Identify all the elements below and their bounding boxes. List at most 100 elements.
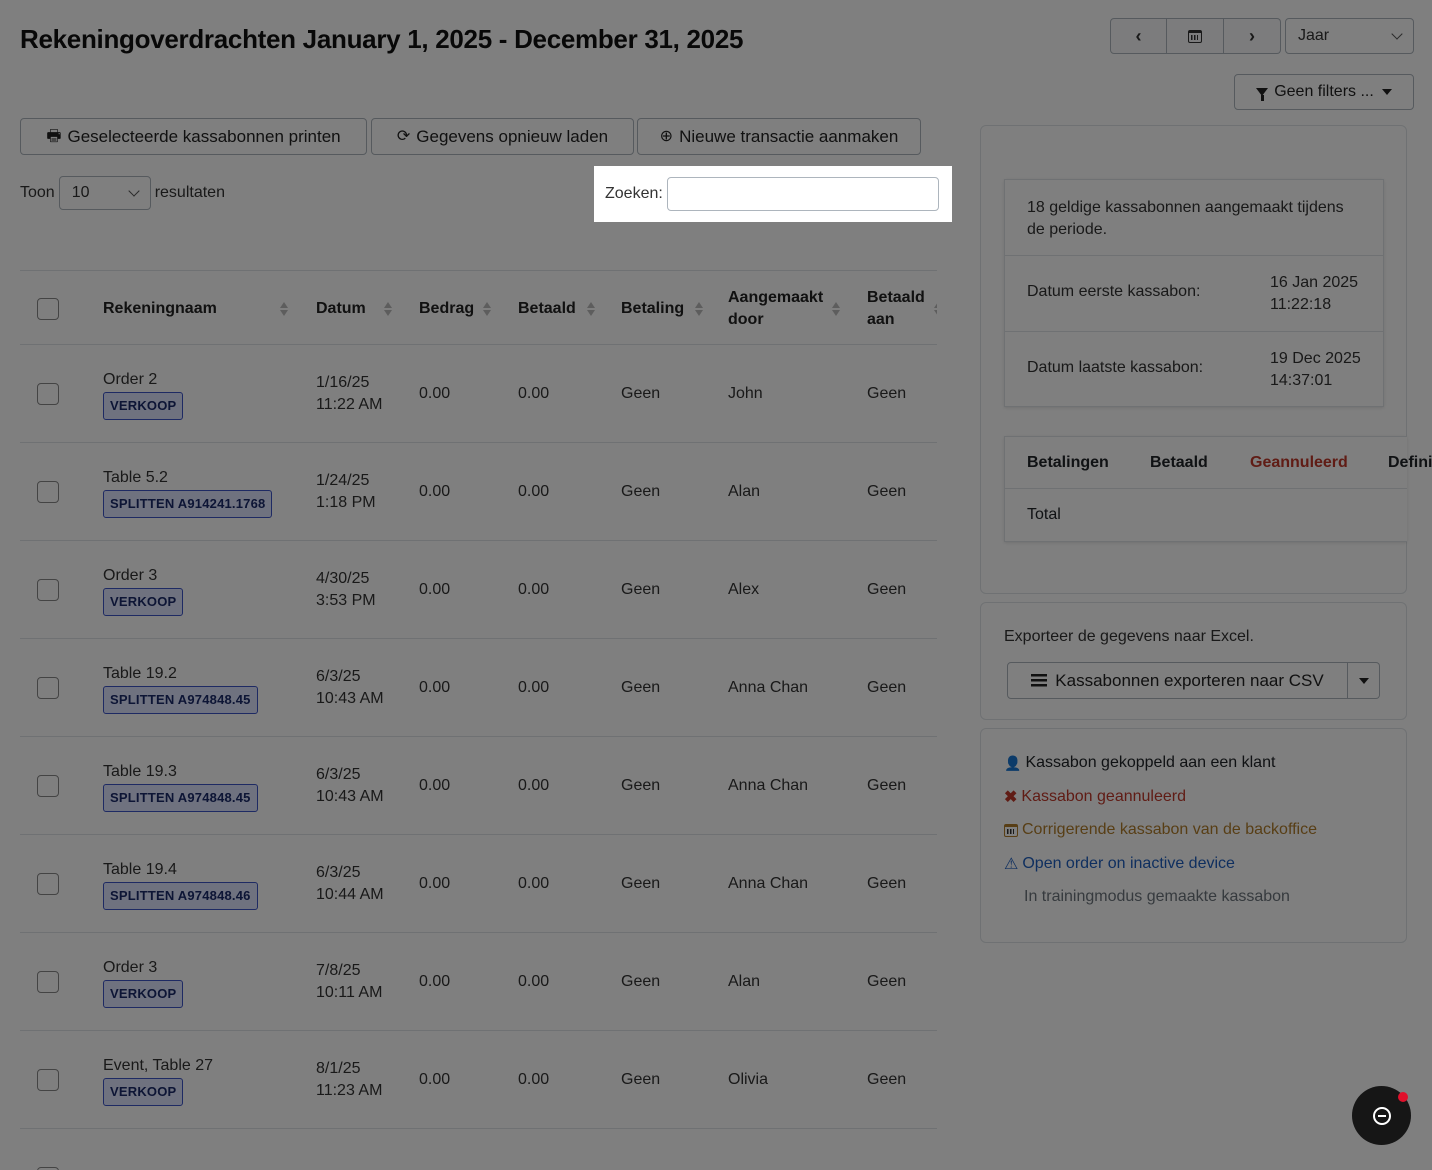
cell-payment: Geen [621, 737, 660, 835]
row-checkbox[interactable] [37, 481, 59, 503]
account-name: Order 2 [103, 370, 158, 388]
legend-label: In trainingmodus gemaakte kassabon [1024, 888, 1290, 905]
account-name: Order 3 [103, 566, 158, 584]
cell-text: Geen [621, 777, 661, 794]
legend-item-customer: 👤 Kassabon gekoppeld aan een klant [1004, 754, 1275, 772]
export-card: Exporteer de gegevens naar Excel. Kassab… [980, 602, 1407, 720]
export-csv-group: Kassabonnen exporteren naar CSV [1007, 662, 1380, 699]
row-checkbox[interactable] [37, 775, 59, 797]
cell-date: 4/30/25 3:53 PM [316, 541, 396, 639]
payments-column-definitive: Defini [1388, 454, 1432, 471]
new-transaction-label: Nieuwe transactie aanmaken [679, 126, 899, 146]
column-header-label: Datum [316, 299, 366, 317]
cell-text: 0.00 [518, 483, 550, 500]
payments-column-cancelled: Geannuleerd [1250, 454, 1348, 471]
cell-amount: 0.00 [419, 737, 450, 835]
row-select-cell [37, 1129, 59, 1170]
cell-payment: Geen [621, 835, 660, 933]
select-all-cell [37, 271, 59, 346]
cell-amount: 0.00 [419, 639, 450, 737]
cell-paid-to: Geen [867, 1031, 906, 1129]
next-period-button[interactable]: › [1224, 18, 1281, 54]
prev-period-button[interactable]: ‹ [1110, 18, 1167, 54]
cell-text: 6/3/25 10:43 AM [316, 766, 384, 805]
caret-down-icon [1358, 677, 1369, 684]
chevron-left-icon: ‹ [1135, 25, 1142, 46]
select-all-checkbox[interactable] [37, 297, 59, 320]
column-header-label: Bedrag [419, 299, 475, 317]
summary-card: 18 geldige kassabonnen aangemaakt tijden… [980, 125, 1432, 594]
chat-icon [1372, 1106, 1391, 1125]
cell-text: Anna Chan [728, 875, 809, 892]
row-checkbox[interactable] [37, 579, 59, 601]
account-name-cell: Table 28.4 [103, 1129, 177, 1170]
row-checkbox[interactable] [37, 971, 59, 993]
calendar-button[interactable] [1167, 18, 1224, 54]
column-header-paid-to[interactable]: Betaald aan [867, 271, 937, 346]
print-icon: 🖶 [46, 127, 62, 145]
table-row[interactable]: Order 3 VERKOOP 4/30/25 3:53 PM 0.00 0.00 Gee… [20, 541, 937, 639]
column-header-paid[interactable]: Betaald [518, 271, 595, 346]
cell-text: 0.00 [518, 385, 550, 402]
cell-text: Geen [621, 385, 661, 402]
valid-receipts-row: 18 geldige kassabonnen aangemaakt tijden… [1005, 180, 1383, 256]
page-title: Rekeningoverdrachten January 1, 2025 - D… [20, 24, 744, 54]
table-row[interactable]: Order 2 VERKOOP 1/16/25 11:22 AM 0.00 0.00 Ge… [20, 345, 937, 443]
table-row[interactable]: Table 19.4 SPLITTEN A974848.46 6/3/25 10:4… [20, 835, 937, 933]
cell-created-by: Olivia [728, 1031, 768, 1129]
period-select-value: Jaar [1298, 27, 1330, 44]
cell-text: 0.00 [419, 581, 451, 598]
column-header-amount[interactable]: Bedrag [419, 271, 491, 346]
chat-button[interactable] [1352, 1086, 1411, 1145]
legend-card: 👤 Kassabon gekoppeld aan een klant ✖ Kas… [980, 728, 1407, 943]
filters-button[interactable]: Geen filters ... [1234, 74, 1414, 110]
cell-text: Alan [728, 483, 761, 500]
cell-amount: 0.00 [419, 835, 450, 933]
calendar-icon [1188, 29, 1202, 43]
column-header-created-by[interactable]: Aangemaakt door [728, 271, 840, 346]
period-select[interactable]: Jaar [1285, 18, 1414, 54]
search-box: Zoeken: [594, 166, 952, 222]
row-checkbox[interactable] [37, 873, 59, 895]
table-row[interactable]: Table 28.4 8/1/25 [20, 1129, 937, 1170]
column-header-date[interactable]: Datum [316, 271, 392, 346]
page-length-select[interactable]: 10 [58, 176, 151, 210]
table-row[interactable]: Table 19.3 SPLITTEN A974848.45 6/3/25 10:4… [20, 737, 937, 835]
search-label: Zoeken: [605, 185, 663, 202]
legend-item-open-order: ⚠ Open order on inactive device [1004, 854, 1235, 874]
cell-date: 6/3/25 10:43 AM [316, 737, 396, 835]
cell-date: 1/16/25 11:22 AM [316, 345, 396, 443]
search-input[interactable] [666, 177, 939, 211]
row-checkbox[interactable] [37, 383, 59, 405]
cell-amount: 0.00 [419, 1031, 450, 1129]
type-badge: SPLITTEN A974848.45 [103, 783, 258, 812]
cell-amount: 0.00 [419, 541, 450, 639]
account-name-cell: Order 3 VERKOOP [103, 541, 184, 639]
table-row[interactable]: Order 3 VERKOOP 7/8/25 10:11 AM 0.00 0.00 Gee… [20, 933, 937, 1031]
print-selected-button[interactable]: 🖶 Geselecteerde kassabonnen printen [20, 118, 367, 155]
reload-data-button[interactable]: ⟳ Gegevens opnieuw laden [371, 118, 634, 155]
cell-date: 1/24/25 1:18 PM [316, 443, 396, 541]
export-options-toggle[interactable] [1348, 662, 1380, 699]
account-name: Table 19.2 [103, 664, 177, 682]
cell-payment: Geen [621, 345, 660, 443]
type-badge: SPLITTEN A974848.46 [103, 881, 258, 910]
account-name: Event, Table 27 [103, 1056, 214, 1074]
export-csv-button[interactable]: Kassabonnen exporteren naar CSV [1007, 662, 1348, 699]
new-transaction-button[interactable]: ⊕ Nieuwe transactie aanmaken [637, 118, 921, 155]
cell-paid: 0.00 [518, 345, 549, 443]
column-header-label: Betaald [518, 299, 576, 317]
row-select-cell [37, 541, 59, 639]
payments-column-payments: Betalingen [1027, 454, 1109, 471]
column-header-name[interactable]: Rekeningnaam [103, 271, 288, 346]
table-row[interactable]: Table 5.2 SPLITTEN A914241.1768 1/24/25 1:… [20, 443, 937, 541]
account-name: Table 5.2 [103, 468, 168, 486]
legend-label: Kassabon gekoppeld aan een klant [1025, 754, 1276, 771]
table-row[interactable]: Table 19.2 SPLITTEN A974848.45 6/3/25 10:4… [20, 639, 937, 737]
row-checkbox[interactable] [37, 677, 59, 699]
row-checkbox[interactable] [37, 1069, 59, 1091]
table-row[interactable]: Event, Table 27 VERKOOP 8/1/25 11:23 AM 0.0… [20, 1031, 937, 1129]
column-header-payment[interactable]: Betaling [621, 271, 703, 346]
cell-date: 8/1/25 [316, 1129, 396, 1170]
cell-paid-to: Geen [867, 345, 906, 443]
